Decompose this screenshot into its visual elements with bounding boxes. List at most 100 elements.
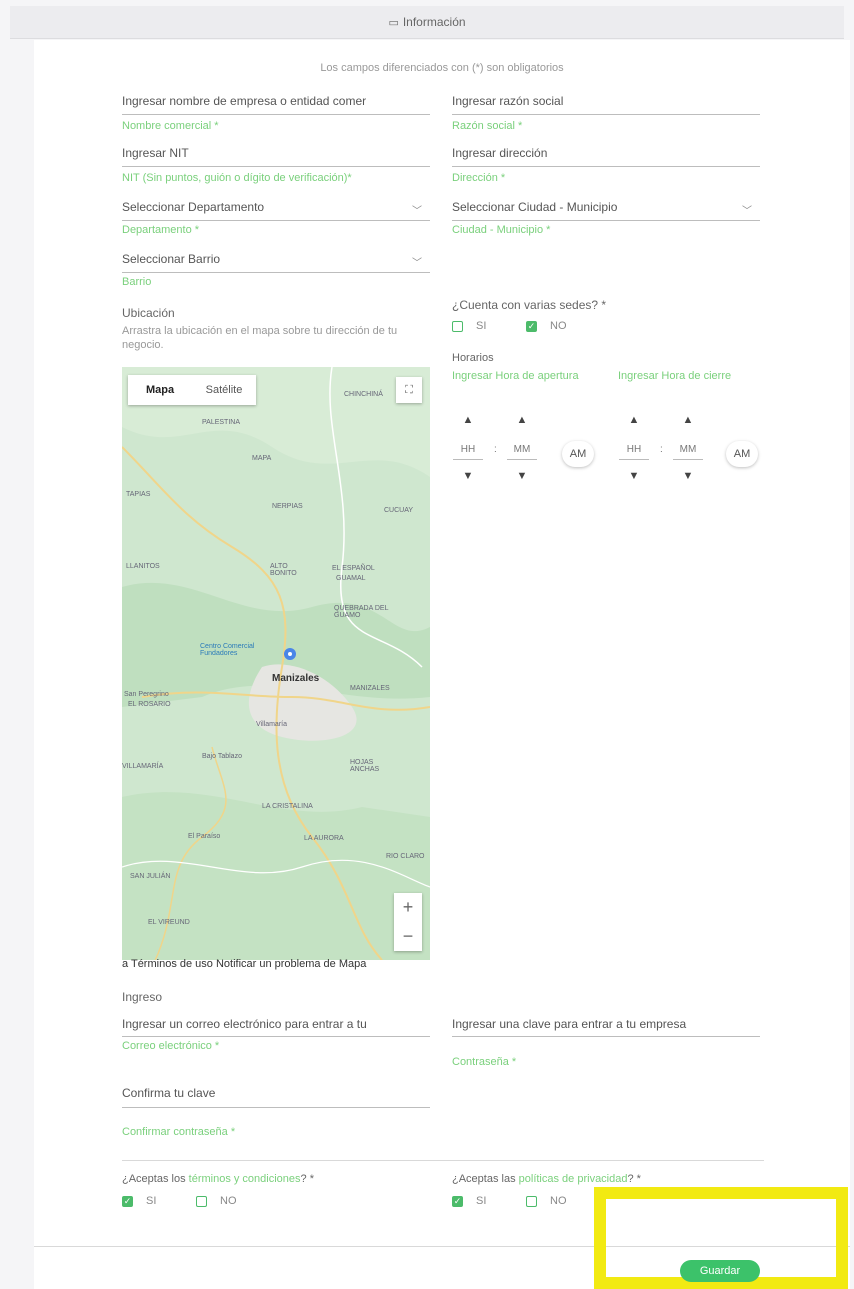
divider — [122, 1160, 764, 1161]
ciudad-select[interactable]: Seleccionar Ciudad - Municipio — [452, 200, 732, 214]
terminos-si-label: SI — [146, 1195, 157, 1207]
direccion-underline — [452, 166, 760, 167]
map-place-label: LA AURORA — [304, 835, 344, 842]
map-place-label: QUEBRADA DEL GUAMO — [334, 605, 389, 619]
map-place-label: EL VIREUND — [148, 919, 190, 926]
map-place-label: GUAMAL — [336, 575, 366, 582]
sedes-question: ¿Cuenta con varias sedes? * — [452, 298, 607, 312]
chevron-down-icon[interactable]: ﹀ — [412, 202, 422, 217]
ciudad-label: Ciudad - Municipio * — [452, 224, 551, 236]
apertura-ampm-button[interactable]: AM — [562, 441, 594, 467]
nit-underline — [122, 166, 430, 167]
politicas-no-label: NO — [550, 1195, 567, 1207]
ubicacion-help: Arrastra la ubicación en el mapa sobre t… — [122, 325, 398, 351]
razon-social-input[interactable]: Ingresar razón social — [452, 94, 760, 108]
save-button[interactable]: Guardar — [680, 1260, 760, 1282]
direccion-input[interactable]: Ingresar dirección — [452, 146, 760, 160]
sedes-si-checkbox[interactable] — [452, 321, 463, 332]
departamento-select[interactable]: Seleccionar Departamento — [122, 200, 402, 214]
terminos-si-checkbox[interactable]: ✓ — [122, 1196, 133, 1207]
confirm-label: Confirmar contraseña * — [122, 1126, 236, 1138]
zoom-in-button[interactable]: + — [394, 893, 422, 922]
map-city-label: Manizales — [272, 673, 320, 684]
minute-down-icon[interactable]: ▼ — [507, 470, 537, 482]
departamento-label: Departamento * — [122, 224, 200, 236]
ingreso-title: Ingreso — [122, 990, 163, 1004]
correo-underline — [122, 1036, 430, 1037]
required-notice: Los campos diferenciados con (*) son obl… — [320, 62, 564, 74]
razon-label: Razón social * — [452, 120, 523, 132]
horarios-title: Horarios — [452, 352, 494, 364]
sedes-no-checkbox[interactable]: ✓ — [526, 321, 537, 332]
tab-mapa[interactable]: Mapa — [128, 375, 192, 405]
nombre-underline — [122, 114, 430, 115]
clave-input[interactable]: Ingresar una clave para entrar a tu empr… — [452, 1017, 760, 1031]
politicas-si-checkbox[interactable]: ✓ — [452, 1196, 463, 1207]
hour-down-icon[interactable]: ▼ — [619, 470, 649, 482]
map-place-label: El Paraíso — [188, 833, 221, 840]
map-terrain — [122, 367, 430, 960]
terminos-link[interactable]: términos y condiciones — [189, 1173, 301, 1185]
section-title: Información — [402, 15, 466, 29]
nombre-label: Nombre comercial * — [122, 120, 219, 132]
cierre-minute-input[interactable]: MM — [673, 444, 703, 460]
minute-up-icon[interactable]: ▲ — [507, 414, 537, 426]
barrio-select[interactable]: Seleccionar Barrio — [122, 252, 402, 266]
time-separator: : — [660, 444, 663, 455]
map-place-label: CHINCHINÁ — [344, 391, 383, 398]
terminos-no-checkbox[interactable] — [196, 1196, 207, 1207]
politicas-si-label: SI — [476, 1195, 487, 1207]
apertura-hour-input[interactable]: HH — [453, 444, 483, 460]
nit-input[interactable]: Ingresar NIT — [122, 146, 430, 160]
map-place-label: EL ESPAÑOL — [332, 565, 375, 572]
fullscreen-icon[interactable]: ⛶ — [396, 377, 422, 403]
cierre-ampm-button[interactable]: AM — [726, 441, 758, 467]
minute-up-icon[interactable]: ▲ — [673, 414, 703, 426]
zoom-out-button[interactable]: − — [394, 922, 422, 951]
section-header: ▭ Información — [10, 6, 844, 39]
map-place-label: EL ROSARIO — [128, 701, 171, 708]
info-icon: ▭ — [388, 16, 399, 29]
zoom-controls: + − — [394, 893, 422, 951]
chevron-down-icon[interactable]: ﹀ — [412, 254, 422, 269]
razon-underline — [452, 114, 760, 115]
map-place-label: MAPA — [252, 455, 272, 462]
barrio-label: Barrio — [122, 276, 152, 288]
barrio-underline — [122, 272, 430, 273]
ciudad-underline — [452, 220, 760, 221]
confirm-clave-input[interactable]: Confirma tu clave — [122, 1086, 430, 1100]
politicas-link[interactable]: políticas de privacidad — [519, 1173, 628, 1185]
map-place-label: NERPIAS — [272, 503, 303, 510]
correo-input[interactable]: Ingresar un correo electrónico para entr… — [122, 1017, 430, 1031]
map-footer-links[interactable]: a Términos de uso Notificar un problema … — [122, 958, 430, 970]
departamento-underline — [122, 220, 430, 221]
map-place-label: RIO CLARO — [386, 853, 425, 860]
cierre-hour-input[interactable]: HH — [619, 444, 649, 460]
terminos-question: ¿Aceptas los términos y condiciones? * — [122, 1173, 314, 1185]
sedes-si-label: SI — [476, 320, 487, 332]
map-place-label: LLANITOS — [126, 563, 160, 570]
hour-up-icon[interactable]: ▲ — [453, 414, 483, 426]
map-place-label: HOJAS ANCHAS — [350, 759, 380, 773]
map-place-label: CUCUAY — [384, 507, 414, 514]
tab-satelite[interactable]: Satélite — [192, 375, 256, 405]
politicas-no-checkbox[interactable] — [526, 1196, 537, 1207]
map-place-label: MANIZALES — [350, 685, 390, 692]
minute-down-icon[interactable]: ▼ — [673, 470, 703, 482]
map-place-label: LA CRISTALINA — [262, 803, 313, 810]
politicas-question: ¿Aceptas las políticas de privacidad? * — [452, 1173, 641, 1185]
hour-up-icon[interactable]: ▲ — [619, 414, 649, 426]
map-place-label: Centro Comercial Fundadores — [200, 643, 255, 657]
terminos-no-label: NO — [220, 1195, 237, 1207]
clave-label: Contraseña * — [452, 1056, 517, 1068]
map-type-tabs: Mapa Satélite — [128, 375, 256, 405]
ubicacion-title: Ubicación — [122, 306, 175, 320]
apertura-label: Ingresar Hora de apertura — [452, 370, 579, 382]
nombre-comercial-input[interactable]: Ingresar nombre de empresa o entidad com… — [122, 94, 430, 108]
map-place-label: TAPIAS — [126, 491, 151, 498]
hour-down-icon[interactable]: ▼ — [453, 470, 483, 482]
chevron-down-icon[interactable]: ﹀ — [742, 202, 752, 217]
cierre-label: Ingresar Hora de cierre — [618, 370, 732, 382]
apertura-minute-input[interactable]: MM — [507, 444, 537, 460]
location-map[interactable]: PALESTINA CHINCHINÁ MAPA NERPIAS TAPIAS … — [122, 367, 430, 960]
